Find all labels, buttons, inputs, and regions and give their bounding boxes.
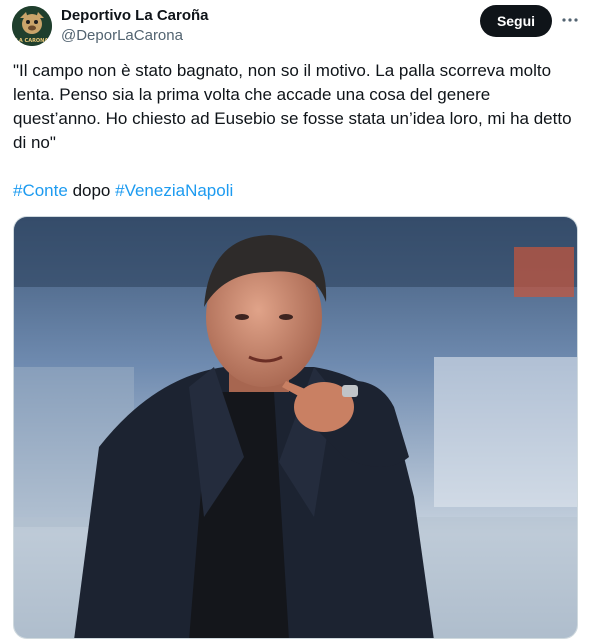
tweet-connector-text: dopo [72,181,111,200]
more-horizontal-icon[interactable] [560,10,580,30]
tweet-text: "Il campo non è stato bagnato, non so il… [13,61,572,152]
hashtag-link[interactable]: #VeneziaNapoli [115,181,233,200]
avatar[interactable]: LA CARONA [12,6,52,46]
tweet-media-photo[interactable] [13,216,578,639]
follow-button[interactable]: Segui [480,5,552,37]
coach-pointing-photo [14,217,577,638]
display-name[interactable]: Deportivo La Caroña [61,7,209,24]
handle[interactable]: @DeporLaCarona [61,27,183,44]
team-logo-icon: LA CARONA [12,6,52,46]
hashtag-link[interactable]: #Conte [13,181,68,200]
avatar-text: LA CARONA [16,38,49,44]
tweet-hashtags: #Conte dopo #VeneziaNapoli [13,179,233,203]
